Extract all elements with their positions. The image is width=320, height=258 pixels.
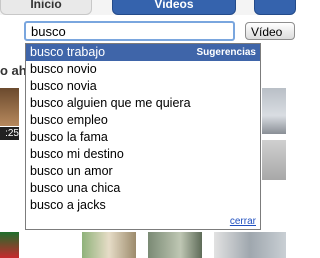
suggestion-item[interactable]: busco empleo — [26, 112, 260, 129]
search-video-button[interactable]: Vídeo — [245, 22, 295, 40]
tab-inicio[interactable]: Inicio — [0, 0, 92, 15]
suggestion-item[interactable]: busco la fama — [26, 129, 260, 146]
suggestion-text: busco novia — [30, 79, 97, 93]
suggestion-text: busco alguien que me quiera — [30, 96, 191, 110]
suggestion-item[interactable]: busco mi destino — [26, 146, 260, 163]
suggestion-text: busco a jacks — [30, 198, 106, 212]
tab-videos[interactable]: Videos — [112, 0, 236, 15]
suggestion-list: busco trabajo Sugerencias busco novio bu… — [26, 44, 260, 214]
video-thumbnail[interactable] — [0, 232, 19, 258]
video-thumbnail[interactable] — [148, 232, 202, 258]
suggestion-item[interactable]: busco una chica — [26, 180, 260, 197]
close-suggestions-link[interactable]: cerrar — [230, 216, 256, 227]
video-thumbnail[interactable] — [0, 88, 19, 126]
suggestion-text: busco mi destino — [30, 147, 124, 161]
tab-more[interactable] — [254, 0, 296, 15]
suggestion-item[interactable]: busco trabajo Sugerencias — [26, 44, 260, 61]
video-duration: :25 — [0, 127, 19, 140]
suggestion-item[interactable]: busco un amor — [26, 163, 260, 180]
suggestion-item[interactable]: busco novia — [26, 78, 260, 95]
video-thumbnail[interactable] — [262, 88, 286, 134]
video-thumbnail[interactable] — [214, 232, 286, 258]
suggestion-item[interactable]: busco a jacks — [26, 197, 260, 214]
suggestion-text: busco un amor — [30, 164, 113, 178]
suggestion-text: busco una chica — [30, 181, 121, 195]
suggestion-text: busco novio — [30, 62, 97, 76]
suggestion-item[interactable]: busco alguien que me quiera — [26, 95, 260, 112]
search-suggestions-dropdown: busco trabajo Sugerencias busco novio bu… — [25, 43, 261, 230]
video-thumbnail[interactable] — [82, 232, 136, 258]
suggestion-text: busco la fama — [30, 130, 108, 144]
suggestion-text: busco trabajo — [30, 45, 106, 59]
suggestion-item[interactable]: busco novio — [26, 61, 260, 78]
suggestion-text: busco empleo — [30, 113, 108, 127]
video-thumbnail[interactable] — [262, 140, 286, 180]
suggestions-hint: Sugerencias — [196, 47, 256, 58]
search-input[interactable] — [24, 21, 235, 41]
